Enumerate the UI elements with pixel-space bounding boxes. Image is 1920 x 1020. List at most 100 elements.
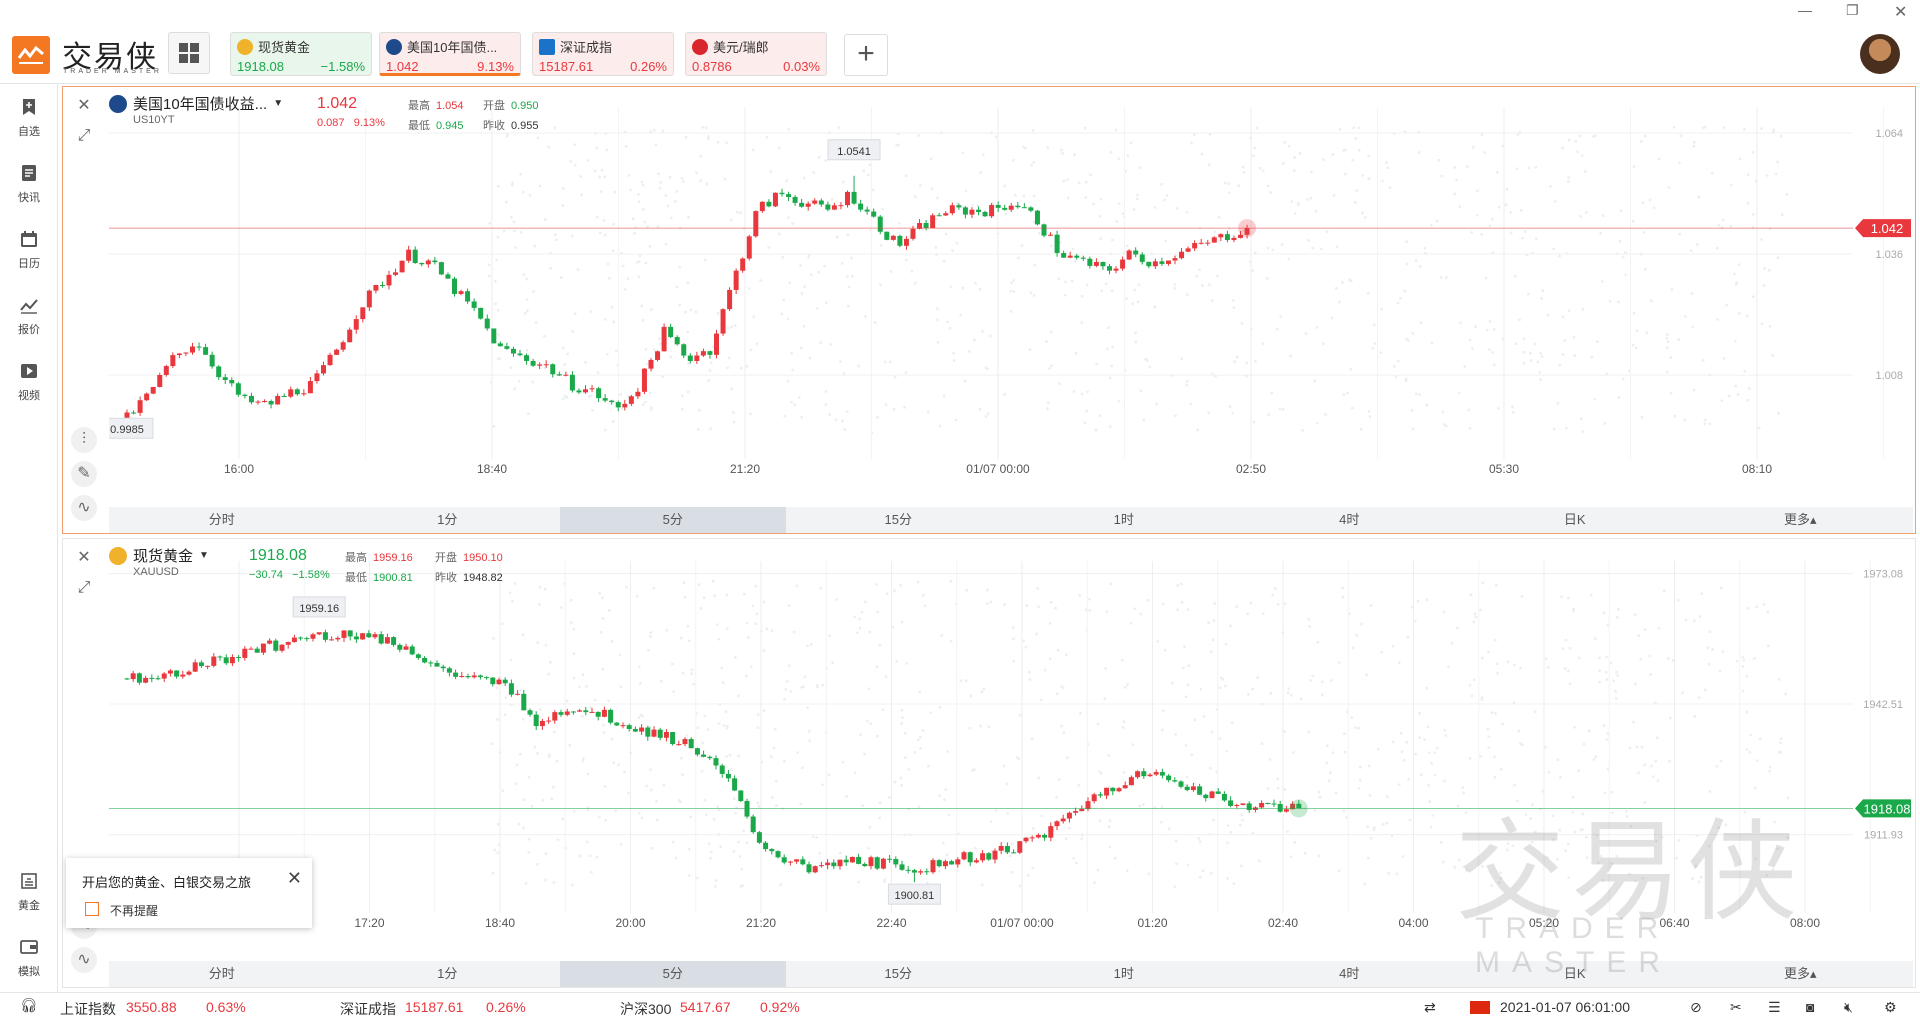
- dont-remind-checkbox[interactable]: [85, 902, 99, 916]
- map-dot: [1666, 657, 1670, 660]
- menu-icon[interactable]: ☰: [1768, 999, 1781, 1016]
- indicator-wave-icon[interactable]: ∿: [71, 495, 97, 521]
- layout-grid-button[interactable]: [168, 32, 210, 74]
- map-dot: [1518, 318, 1521, 322]
- add-tab-button[interactable]: +: [844, 34, 888, 76]
- map-dot: [512, 220, 516, 224]
- map-dot: [1624, 250, 1627, 254]
- mute-icon[interactable]: 🔇︎: [1844, 999, 1853, 1016]
- sidebar-item-quotes[interactable]: 报价: [0, 296, 58, 337]
- timeframe-tab[interactable]: 更多▴: [1688, 507, 1914, 533]
- timeframe-tab[interactable]: 日K: [1462, 507, 1688, 533]
- map-dot: [796, 751, 800, 755]
- sidebar-item-gold[interactable]: 黄金: [0, 872, 58, 913]
- sidebar-item-flash[interactable]: 快讯: [0, 164, 58, 205]
- restore-icon[interactable]: ❐: [1846, 2, 1859, 19]
- timeframe-tab[interactable]: 5分: [560, 961, 786, 987]
- timeframe-tab[interactable]: 4时: [1237, 507, 1463, 533]
- map-dot: [702, 596, 706, 600]
- candle-body: [794, 859, 800, 862]
- candle-body: [674, 337, 680, 345]
- map-dot: [544, 878, 547, 882]
- expand-icon[interactable]: ⤢: [71, 123, 97, 149]
- sidebar-item-simulate[interactable]: 模拟: [0, 938, 58, 979]
- timeframe-tab[interactable]: 分时: [109, 507, 335, 533]
- candle-body: [1073, 811, 1079, 813]
- quote-tab-usdchf[interactable]: 美元/瑞郎 0.8786 0.03%: [685, 32, 827, 76]
- timeframe-tab[interactable]: 更多▴: [1688, 961, 1914, 987]
- instrument-dropdown-icon[interactable]: ▼: [199, 550, 209, 561]
- close-icon[interactable]: ✕: [1894, 2, 1907, 22]
- avatar[interactable]: [1860, 34, 1900, 74]
- indicator-wave-icon[interactable]: ∿: [71, 947, 97, 973]
- dont-remind-label[interactable]: 不再提醒: [110, 902, 158, 919]
- tools-icon[interactable]: ✂: [1730, 999, 1742, 1016]
- quote-tab-us10y[interactable]: 美国10年国债... 1.042 9.13%: [379, 32, 521, 76]
- indicator-icon[interactable]: ⫶: [71, 427, 97, 453]
- timeframe-tab[interactable]: 1分: [335, 961, 561, 987]
- map-dot: [1601, 878, 1605, 882]
- map-dot: [1136, 300, 1140, 304]
- headset-icon[interactable]: 🎧︎: [20, 997, 38, 1014]
- quote-tab-szse[interactable]: 深证成指 15187.61 0.26%: [532, 32, 674, 76]
- translate-icon[interactable]: ⇄: [1424, 999, 1436, 1016]
- timeframe-tab[interactable]: 1分: [335, 507, 561, 533]
- instrument-name[interactable]: 现货黄金: [133, 545, 193, 566]
- timeframe-tab[interactable]: 1时: [1011, 507, 1237, 533]
- timeframe-tab[interactable]: 15分: [786, 507, 1012, 533]
- sidebar-item-watchlist[interactable]: 自选: [0, 98, 58, 139]
- map-dot: [1359, 427, 1363, 431]
- map-dot: [1767, 268, 1771, 272]
- map-dot: [523, 311, 527, 315]
- map-dot: [1601, 280, 1604, 283]
- timeframe-tab[interactable]: 日K: [1462, 961, 1688, 987]
- map-dot: [1633, 613, 1637, 616]
- notice-close-icon[interactable]: ✕: [287, 868, 302, 889]
- instrument-dropdown-icon[interactable]: ▼: [273, 98, 283, 109]
- candle-body: [366, 290, 372, 308]
- map-dot: [1266, 184, 1270, 188]
- quote-tab-gold[interactable]: 现货黄金 1918.08 −1.58%: [230, 32, 372, 76]
- candle-body: [406, 249, 412, 261]
- candle-body: [992, 850, 998, 860]
- map-dot: [606, 262, 610, 266]
- draw-pen-icon[interactable]: ✎: [71, 461, 97, 487]
- candle-body: [874, 857, 880, 869]
- map-dot: [942, 394, 946, 398]
- candle-body: [936, 215, 942, 217]
- map-dot: [1003, 393, 1006, 396]
- settings-icon[interactable]: ⚙: [1884, 999, 1897, 1016]
- camera-icon[interactable]: ◙: [1806, 999, 1814, 1015]
- map-dot: [1599, 232, 1603, 235]
- map-dot: [1632, 165, 1636, 168]
- expand-icon[interactable]: ⤢: [71, 575, 97, 601]
- no-signal-icon[interactable]: ⊘: [1690, 999, 1702, 1016]
- candlestick-chart[interactable]: 16:00 18:40 21:20 01/07 00:00 02:50 05:30 08:1…: [109, 87, 1913, 483]
- timeframe-tab[interactable]: 5分: [560, 507, 786, 533]
- timeframe-tab[interactable]: 4时: [1237, 961, 1463, 987]
- map-dot: [737, 754, 741, 758]
- timeframe-tab[interactable]: 1时: [1011, 961, 1237, 987]
- quote-tab-change: 9.13%: [477, 59, 514, 74]
- candle-body: [955, 859, 961, 865]
- timeframe-tab[interactable]: 分时: [109, 961, 335, 987]
- map-dot: [1161, 728, 1164, 732]
- candle-body: [670, 731, 676, 745]
- index-name[interactable]: 深证成指: [340, 999, 396, 1019]
- minimize-icon[interactable]: —: [1798, 2, 1812, 18]
- instrument-name[interactable]: 美国10年国债收益...: [133, 93, 267, 114]
- sidebar-item-video[interactable]: 视频: [0, 362, 58, 403]
- map-dot: [1581, 430, 1585, 433]
- map-dot: [1418, 265, 1422, 268]
- candle-body: [756, 832, 762, 843]
- candlestick-chart[interactable]: 16:0017:2018:4020:0021:2022:4001/07 00:0…: [109, 539, 1913, 937]
- panel-close-icon[interactable]: ✕: [71, 93, 97, 119]
- map-dot: [742, 592, 746, 596]
- panel-close-icon[interactable]: ✕: [71, 545, 97, 571]
- sidebar-item-calendar[interactable]: 日历: [0, 230, 58, 271]
- index-name[interactable]: 上证指数: [60, 999, 116, 1019]
- index-name[interactable]: 沪深300: [620, 999, 671, 1019]
- timeframe-tab[interactable]: 15分: [786, 961, 1012, 987]
- map-dot: [1458, 205, 1462, 209]
- map-dot: [1777, 677, 1781, 681]
